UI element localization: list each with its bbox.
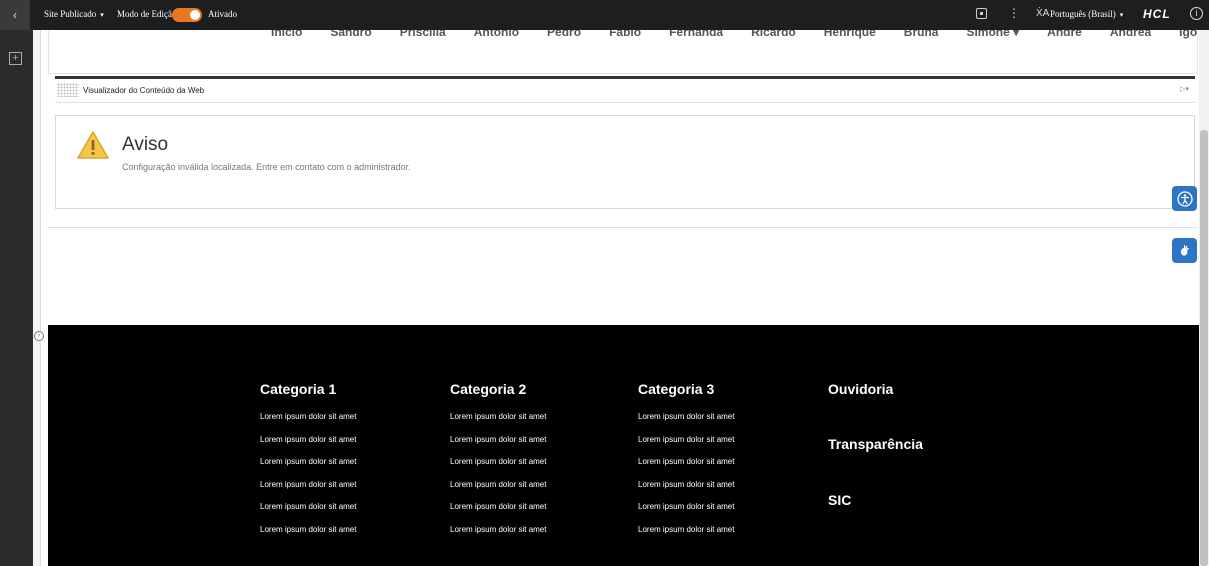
back-button[interactable]: ‹	[0, 0, 30, 30]
warning-message: Configuração inválida localizada. Entre …	[122, 162, 411, 172]
edit-mode-toggle[interactable]	[172, 8, 202, 22]
top-navigation: Início Sandro Priscilla Antônio Pedro Fá…	[48, 30, 1198, 74]
footer-column-title: Categoria 1	[260, 381, 337, 397]
footer-ouvidoria-link[interactable]: Ouvidoria	[828, 381, 893, 397]
chevron-left-icon: ‹	[13, 8, 17, 22]
caret-down-icon: ▾	[100, 11, 104, 19]
footer-column-title: Categoria 3	[638, 381, 715, 397]
top-toolbar: ‹ Site Publicado ▾ Modo de Edição: Ativad…	[0, 0, 1209, 30]
footer-link[interactable]: Lorem ipsum dolor sit amet	[450, 525, 546, 548]
page-content: Início Sandro Priscilla Antônio Pedro Fá…	[48, 30, 1198, 325]
nav-item[interactable]: Igor	[1179, 30, 1197, 39]
footer-link[interactable]: Lorem ipsum dolor sit amet	[638, 435, 734, 458]
nav-item[interactable]: Priscilla	[400, 30, 446, 39]
more-options-icon[interactable]: ⋮	[1008, 6, 1020, 20]
toggle-knob	[190, 10, 200, 20]
site-published-label: Site Publicado	[44, 9, 97, 19]
sign-language-button[interactable]	[1172, 238, 1197, 263]
footer-link[interactable]: Lorem ipsum dolor sit amet	[450, 435, 546, 458]
footer-column-3: Categoria 3 Lorem ipsum dolor sit amet L…	[638, 381, 734, 547]
footer-column-1: Categoria 1 Lorem ipsum dolor sit amet L…	[260, 381, 356, 547]
footer-sic-link[interactable]: SIC	[828, 492, 851, 508]
sign-language-icon	[1180, 244, 1189, 256]
footer-link[interactable]: Lorem ipsum dolor sit amet	[638, 412, 734, 435]
section-divider	[48, 227, 1198, 228]
footer-link[interactable]: Lorem ipsum dolor sit amet	[260, 457, 356, 480]
warning-icon	[77, 131, 109, 159]
nav-items: Início Sandro Priscilla Antônio Pedro Fá…	[271, 30, 1197, 39]
portlet-title: Visualizador do Conteúdo da Web	[83, 86, 205, 95]
nav-item[interactable]: Antônio	[474, 30, 519, 39]
footer-link[interactable]: Lorem ipsum dolor sit amet	[638, 457, 734, 480]
rail-divider	[33, 30, 41, 566]
warning-box: Aviso Configuração inválida localizada. …	[55, 115, 1195, 209]
info-icon[interactable]: i	[1190, 7, 1203, 20]
nav-item[interactable]: Andréa	[1110, 30, 1151, 39]
footer-link[interactable]: Lorem ipsum dolor sit amet	[638, 525, 734, 548]
footer-link[interactable]: Lorem ipsum dolor sit amet	[638, 502, 734, 525]
footer-transparencia-link[interactable]: Transparência	[828, 436, 923, 452]
left-rail: +	[0, 30, 33, 566]
edit-mode-state: Ativado	[208, 9, 237, 19]
footer-link[interactable]: Lorem ipsum dolor sit amet	[450, 457, 546, 480]
nav-item[interactable]: Sandro	[330, 30, 371, 39]
nav-item[interactable]: André	[1047, 30, 1082, 39]
footer-link[interactable]: Lorem ipsum dolor sit amet	[260, 412, 356, 435]
footer-link[interactable]: Lorem ipsum dolor sit amet	[638, 480, 734, 503]
language-label: Português (Brasil)	[1050, 9, 1116, 19]
footer: Categoria 1 Lorem ipsum dolor sit amet L…	[48, 325, 1199, 566]
footer-link[interactable]: Lorem ipsum dolor sit amet	[260, 435, 356, 458]
language-dropdown[interactable]: Português (Brasil) ▾	[1050, 9, 1123, 19]
preview-icon[interactable]	[976, 8, 987, 19]
translate-icon: ẊA	[1036, 8, 1050, 19]
page-scrollbar[interactable]	[1199, 30, 1209, 566]
warning-title: Aviso	[122, 134, 169, 155]
accessibility-button[interactable]	[1172, 186, 1197, 211]
nav-item[interactable]: Fábio	[609, 30, 641, 39]
footer-link[interactable]: Lorem ipsum dolor sit amet	[260, 502, 356, 525]
nav-item[interactable]: Pedro	[547, 30, 581, 39]
footer-link[interactable]: Lorem ipsum dolor sit amet	[260, 480, 356, 503]
site-published-dropdown[interactable]: Site Publicado ▾	[44, 9, 104, 19]
portlet-menu-icon[interactable]: ▷▾	[1180, 85, 1189, 93]
web-content-viewer-portlet: Visualizador do Conteúdo da Web ▷▾ Aviso…	[55, 76, 1195, 258]
expand-panel-icon[interactable]: ›	[34, 331, 44, 341]
footer-column-title: Categoria 2	[450, 381, 527, 397]
scrollbar-thumb[interactable]	[1200, 130, 1208, 566]
nav-item[interactable]: Ricardo	[751, 30, 796, 39]
footer-column-2: Categoria 2 Lorem ipsum dolor sit amet L…	[450, 381, 546, 547]
nav-item[interactable]: Simone ▾	[966, 30, 1019, 39]
hcl-logo: HCL	[1143, 7, 1171, 21]
footer-link[interactable]: Lorem ipsum dolor sit amet	[450, 412, 546, 435]
nav-item[interactable]: Início	[271, 30, 302, 39]
portlet-header: Visualizador do Conteúdo da Web ▷▾	[55, 79, 1195, 103]
edit-mode-label: Modo de Edição:	[117, 9, 179, 19]
caret-down-icon: ▾	[1119, 11, 1124, 19]
nav-item[interactable]: Henrique	[824, 30, 876, 39]
drag-handle-icon[interactable]	[57, 83, 79, 97]
nav-item[interactable]: Fernanda	[669, 30, 723, 39]
footer-link[interactable]: Lorem ipsum dolor sit amet	[450, 480, 546, 503]
accessibility-icon	[1176, 190, 1193, 207]
add-content-icon[interactable]: +	[9, 52, 22, 65]
footer-link[interactable]: Lorem ipsum dolor sit amet	[450, 502, 546, 525]
footer-link[interactable]: Lorem ipsum dolor sit amet	[260, 525, 356, 548]
nav-item[interactable]: Bruna	[904, 30, 939, 39]
